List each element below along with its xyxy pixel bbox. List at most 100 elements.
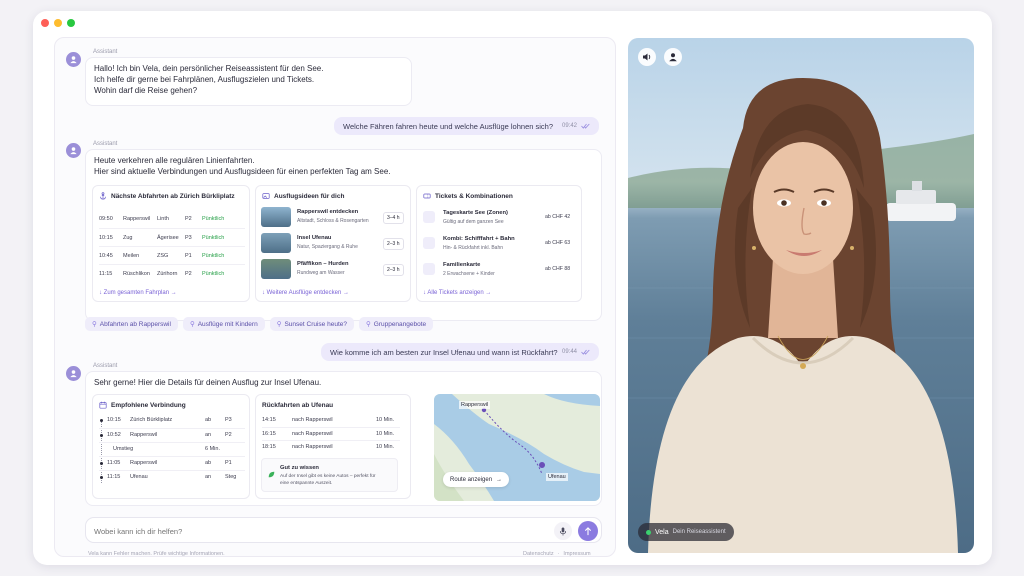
chat-input-box (85, 517, 602, 543)
chat-input[interactable] (94, 524, 514, 538)
microphone-icon (559, 526, 567, 536)
departure-cell: P3 (185, 234, 192, 241)
route-time: 10:52 (107, 432, 121, 438)
route-mode: 6 Min. (205, 446, 220, 452)
departure-cell: 10:15 (99, 234, 113, 241)
leaf-icon (268, 465, 275, 483)
chat-panel: Assistant Hallo! Ich bin Vela, dein pers… (54, 37, 616, 557)
departure-row[interactable]: 10:45 Meilen ZSG P1 Pünktlich (99, 246, 245, 264)
suggestion-chip[interactable]: ⚲ Abfahrten ab Rapperswil (85, 317, 178, 331)
message-line: Hallo! Ich bin Vela, dein persönlicher R… (94, 64, 324, 73)
card-header: Nächste Abfahrten ab Zürich Bürkliplatz (99, 192, 235, 200)
departure-cell: Zug (123, 234, 133, 241)
message-timestamp: 09:44 (561, 349, 577, 355)
user-icon (70, 370, 77, 378)
route-map[interactable]: Rapperswil Ufenau Route anzeigen → (434, 394, 600, 501)
return-trip-row[interactable]: 16:15 nach Rapperswil 10 Min. (262, 427, 400, 440)
return-trip-row[interactable]: 18:15 nach Rapperswil 10 Min. (262, 440, 400, 453)
return-time: 16:15 (262, 431, 276, 437)
assistant-avatar (66, 143, 81, 158)
zoom-window-button[interactable] (67, 19, 75, 27)
imprint-link[interactable]: Impressum (563, 551, 590, 556)
send-button[interactable] (578, 521, 598, 541)
route-platform: Steg (225, 474, 237, 480)
departure-cell: Pünktlich (202, 252, 225, 259)
excursion-item[interactable]: Rapperswil entdecken Altstadt, Schloss & … (261, 205, 407, 231)
leaf-icon (268, 471, 275, 478)
departure-row[interactable]: 09:50 Rapperswil Linth P2 Pünktlich (99, 210, 245, 228)
departure-cell: 10:45 (99, 252, 113, 259)
ticket-price: ab CHF 63 (545, 240, 571, 246)
message-sender: Assistant (93, 49, 118, 55)
route-time: 11:15 (107, 474, 121, 480)
return-destination: nach Rapperswil (292, 417, 333, 423)
show-route-button[interactable]: Route anzeigen → (443, 472, 510, 487)
profile-button[interactable] (664, 48, 682, 66)
privacy-link[interactable]: Datenschutz (523, 551, 554, 556)
excursion-thumbnail (261, 207, 291, 227)
suggestion-chip[interactable]: ⚲ Gruppenangebote (358, 317, 434, 331)
departure-cell: 11:15 (99, 270, 113, 277)
route-time: 10:15 (107, 417, 121, 423)
close-window-button[interactable] (41, 19, 49, 27)
excursions-card: Ausflugsideen für dich Rapperswil entdec… (255, 185, 411, 302)
departure-row[interactable]: 10:15 Zug Ägerisee P3 Pünktlich (99, 228, 245, 246)
user-message: Wie komme ich am besten zur Insel Ufenau… (321, 343, 599, 361)
minimize-window-button[interactable] (54, 19, 62, 27)
more-excursions-link[interactable]: ↓ Weitere Ausflüge entdecken → (262, 290, 349, 296)
ticket-item[interactable]: Kombi: Schifffahrt + Bahn Hin- & Rückfahr… (423, 231, 577, 257)
route-row: 11:05 Rapperswil ab P1 (99, 456, 245, 470)
excursion-name: Insel Ufenau (297, 235, 332, 241)
chip-label: Sunset Cruise heute? (284, 320, 347, 328)
return-trip-row[interactable]: 14:15 nach Rapperswil 10 Min. (262, 414, 400, 427)
departure-cell: P2 (185, 270, 192, 277)
excursion-item[interactable]: Insel Ufenau Natur, Spaziergang & Ruhe 2–3… (261, 231, 407, 257)
route-platform: P2 (225, 432, 232, 438)
route-mode: an (205, 432, 212, 438)
footer-links: Datenschutz · Impressum (523, 551, 591, 556)
route-place: Rapperswil (130, 460, 158, 466)
route-platform: P1 (225, 460, 232, 466)
link-label: Alle Tickets anzeigen (427, 290, 484, 296)
excursion-description: Altstadt, Schloss & Rosengarten (297, 218, 369, 224)
return-destination: nach Rapperswil (292, 444, 333, 450)
ticket-icon (423, 193, 431, 199)
all-tickets-link[interactable]: ↓ Alle Tickets anzeigen → (423, 290, 491, 296)
route-row: 10:52 Rapperswil an P2 (99, 428, 245, 442)
message-line: Sehr gerne! Hier die Details für deinen … (94, 378, 322, 387)
duration-badge: 2–3 h (383, 264, 404, 276)
assistant-name: Vela (655, 528, 669, 536)
ticket-item[interactable]: Familienkarte 2 Erwachsene + Kinder ab CHF… (423, 257, 577, 283)
ticket-item[interactable]: Tageskarte See (Zonen) Gültig auf dem gan… (423, 205, 577, 231)
user-message: Welche Fähren fahren heute und welche Au… (334, 117, 599, 135)
route-place: Rapperswil (130, 432, 158, 438)
card-header: Ausflugsideen für dich (262, 192, 344, 200)
route-mode: an (205, 474, 212, 480)
info-text: Auf der Insel gibt es keine Autos – perf… (280, 473, 375, 487)
route-row: Umstieg 6 Min. (99, 442, 245, 456)
excursion-item[interactable]: Pfäffikon – Hurden Rundweg am Wasser 2–3 h (261, 257, 407, 283)
excursion-description: Rundweg am Wasser (297, 270, 345, 276)
excursion-name: Pfäffikon – Hurden (297, 261, 349, 267)
return-duration: 10 Min. (376, 431, 395, 437)
speaker-icon (643, 53, 651, 61)
departure-cell: 09:50 (99, 216, 113, 222)
message-time: 09:42 (562, 123, 590, 129)
volume-button[interactable] (638, 48, 656, 66)
voice-input-button[interactable] (554, 522, 572, 540)
departure-row[interactable]: 11:15 Rüschlikon Zürihorn P2 Pünktlich (99, 264, 245, 282)
photo-icon (262, 193, 270, 199)
message-sender: Assistant (93, 363, 118, 369)
suggestion-chip[interactable]: ⚲ Sunset Cruise heute? (269, 317, 354, 331)
assistant-message: Hallo! Ich bin Vela, dein persönlicher R… (85, 57, 412, 106)
full-schedule-link[interactable]: ↓ Zum gesamten Fahrplan → (99, 290, 177, 296)
route-place: Ufenau (130, 474, 148, 480)
ticket-name: Tageskarte See (Zonen) (443, 210, 508, 216)
route-place: Zürich Bürkliplatz (130, 417, 173, 423)
calendar-icon (99, 401, 107, 409)
suggestion-chip[interactable]: ⚲ Ausflüge mit Kindern (182, 317, 265, 331)
read-check-icon (581, 349, 590, 355)
message-sender: Assistant (93, 141, 118, 147)
arrow-right-icon: → (496, 476, 503, 483)
chip-label: Abfahrten ab Rapperswil (99, 320, 171, 328)
